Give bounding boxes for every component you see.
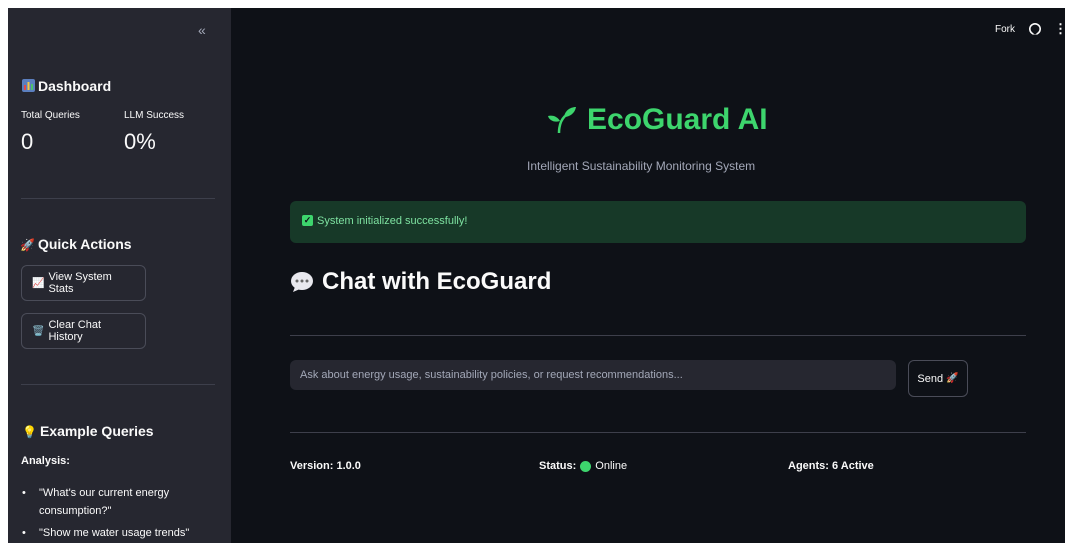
clear-chat-history-label: Clear Chat History <box>48 319 102 343</box>
agents-text: Agents: 6 Active <box>788 460 874 472</box>
rocket-icon: 🚀 <box>946 373 959 384</box>
example-query-item[interactable]: • "Show me water usage trends" <box>22 524 190 542</box>
version-info: Version: 1.0.0 <box>290 460 361 472</box>
app-title-text: EcoGuard AI <box>587 103 768 136</box>
trash-icon: 🗑️ <box>32 325 45 337</box>
main-divider <box>290 432 1026 433</box>
chat-input[interactable] <box>290 360 896 390</box>
dashboard-heading: Dashboard <box>22 78 111 94</box>
sidebar: « Dashboard Total Queries 0 LLM Success … <box>8 8 231 543</box>
view-system-stats-label: View System Stats <box>48 271 112 295</box>
bullet-icon: • <box>22 527 26 539</box>
status-label: Status: <box>539 460 577 472</box>
example-category-label: Analysis: <box>21 455 70 467</box>
version-text: Version: 1.0.0 <box>290 460 361 472</box>
seedling-icon <box>548 107 576 134</box>
chat-heading-text: Chat with EcoGuard <box>322 268 552 295</box>
app-window: « Dashboard Total Queries 0 LLM Success … <box>8 8 1065 543</box>
status-value: Online <box>595 460 628 472</box>
collapse-sidebar-icon[interactable]: « <box>198 22 206 38</box>
status-info: Status: Online <box>539 460 627 472</box>
chat-heading: Chat with EcoGuard <box>290 268 551 296</box>
bar-chart-icon <box>22 79 35 92</box>
more-vertical-icon[interactable]: ⋮ <box>1054 21 1065 37</box>
metric-value-total-queries: 0 <box>21 129 34 154</box>
example-queries-title: Example Queries <box>39 423 154 439</box>
sidebar-divider <box>21 384 215 385</box>
main-content: Fork ⋮ EcoGuard AI Intelligent Sustainab… <box>231 8 1065 543</box>
quick-actions-heading: 🚀 Quick Actions <box>20 236 132 252</box>
chart-icon: 📈 <box>32 277 45 289</box>
send-label: Send <box>917 372 944 385</box>
lightbulb-icon: 💡 <box>22 425 37 439</box>
example-queries-heading: 💡 Example Queries <box>22 423 154 439</box>
bullet-icon: • <box>22 487 26 499</box>
example-query-text: "What's our current energy consumption?" <box>39 487 170 517</box>
quick-actions-title: Quick Actions <box>37 236 132 252</box>
app-title: EcoGuard AI <box>547 103 768 137</box>
success-alert-text: System initialized successfully! <box>317 215 468 227</box>
view-system-stats-button[interactable]: 📈 View System Stats <box>21 265 146 301</box>
main-divider <box>290 335 1026 336</box>
agents-info: Agents: 6 Active <box>788 460 874 472</box>
metric-label-total-queries: Total Queries <box>21 110 80 121</box>
rocket-icon: 🚀 <box>20 238 35 252</box>
clear-chat-history-button[interactable]: 🗑️ Clear Chat History <box>21 313 146 349</box>
status-online-icon <box>580 460 592 472</box>
fork-button[interactable]: Fork <box>995 24 1015 35</box>
dashboard-title: Dashboard <box>38 78 112 94</box>
metric-value-llm-success: 0% <box>124 129 156 154</box>
example-query-item[interactable]: • "What's our current energy consumption… <box>22 484 199 520</box>
metric-label-llm-success: LLM Success <box>124 110 185 121</box>
send-button[interactable]: Send 🚀 <box>908 360 968 397</box>
github-icon[interactable] <box>1029 23 1041 35</box>
speech-bubble-icon <box>291 272 313 292</box>
check-icon: ✓ <box>302 215 313 226</box>
app-subtitle: Intelligent Sustainability Monitoring Sy… <box>527 159 756 173</box>
example-query-text: "Show me water usage trends" <box>39 527 190 539</box>
sidebar-divider <box>21 198 215 199</box>
success-alert: ✓ System initialized successfully! <box>290 201 1026 243</box>
